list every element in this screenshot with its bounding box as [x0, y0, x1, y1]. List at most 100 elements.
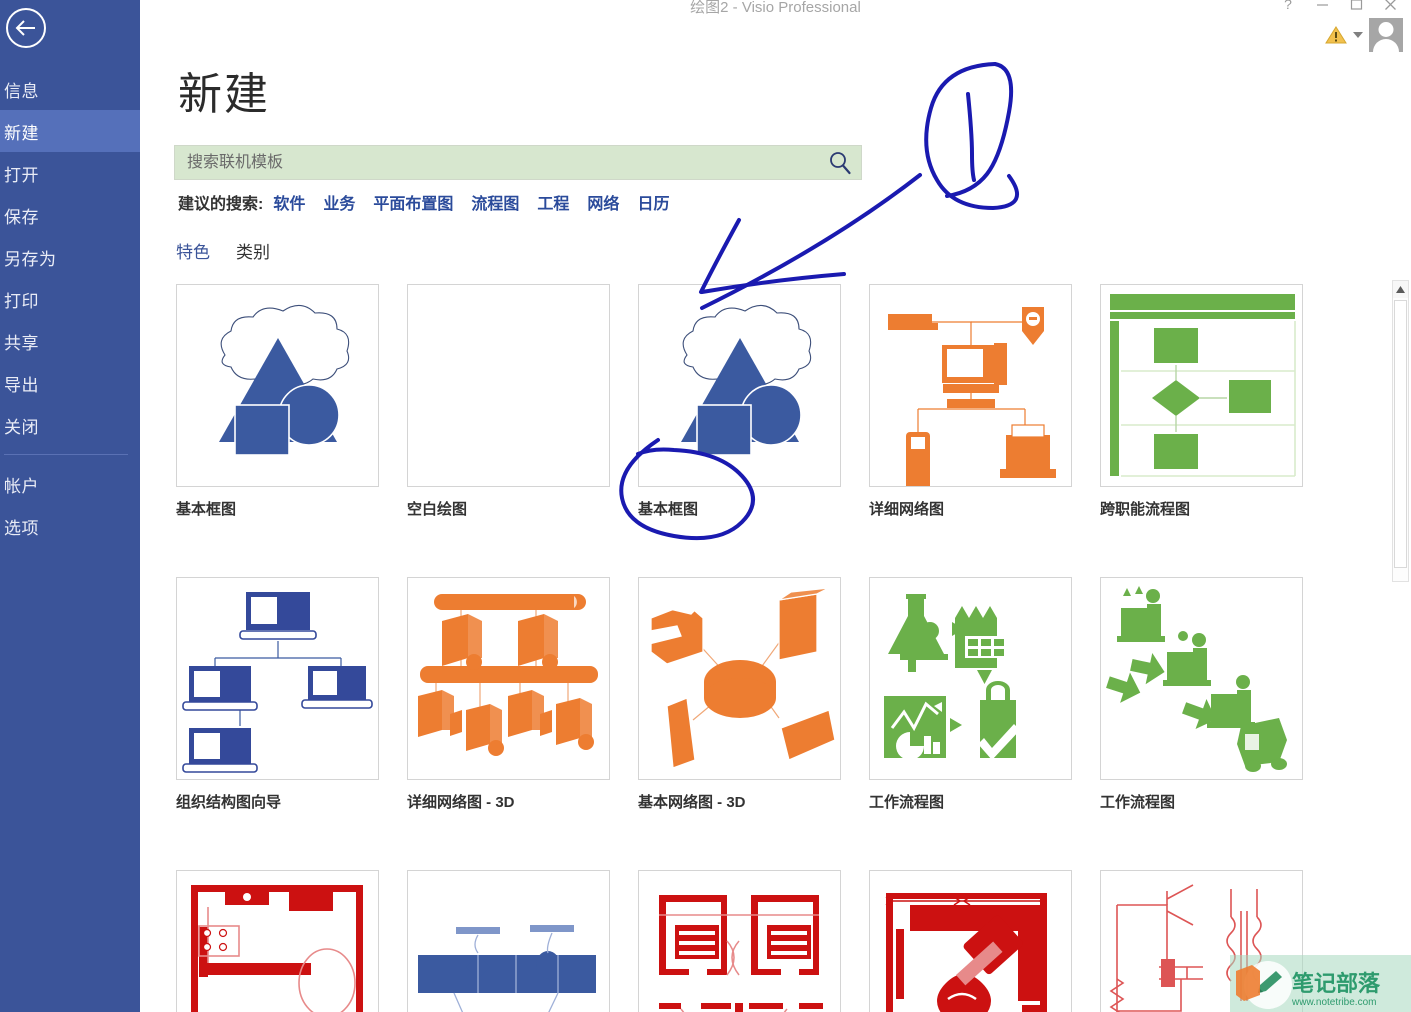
sidebar-item-save[interactable]: 保存	[0, 194, 140, 236]
template-thumbnail-cross-functional[interactable]	[1100, 284, 1303, 487]
template-label: 基本网络图 - 3D	[638, 794, 746, 811]
template-tile[interactable]	[176, 870, 407, 1012]
template-thumbnail-floorplan-kitchen[interactable]	[176, 870, 379, 1012]
sidebar-item-label: 新建	[4, 123, 39, 143]
template-thumbnail-workflow-people[interactable]	[1100, 577, 1303, 780]
sidebar-item-label: 打开	[4, 165, 39, 185]
help-button[interactable]: ?	[1271, 0, 1305, 15]
sidebar-item-label: 关闭	[4, 417, 39, 437]
sidebar-item-label: 信息	[4, 81, 39, 101]
tab-featured[interactable]: 特色	[176, 238, 210, 263]
template-thumbnail-blank[interactable]	[407, 284, 610, 487]
template-tile[interactable]: 工作流程图	[869, 577, 1100, 812]
template-tile[interactable]: 跨职能流程图	[1100, 284, 1331, 519]
template-thumbnail-workflow-icons[interactable]	[869, 577, 1072, 780]
template-tile[interactable]: 空白绘图	[407, 284, 638, 519]
template-thumbnail-timeline[interactable]	[407, 870, 610, 1012]
template-thumbnail-basic-diagram-2[interactable]	[638, 284, 841, 487]
sidebar-item-open[interactable]: 打开	[0, 152, 140, 194]
suggest-link-flowchart[interactable]: 流程图	[471, 190, 519, 214]
watermark-site-name: 笔记部落	[1292, 971, 1381, 996]
chevron-down-icon[interactable]	[1353, 32, 1363, 38]
site-watermark: 笔记部落 www.notetribe.com	[1230, 955, 1411, 1012]
template-thumbnail-detailed-network[interactable]	[869, 284, 1072, 487]
suggest-link-business[interactable]: 业务	[323, 190, 355, 214]
template-label: 工作流程图	[1100, 794, 1176, 811]
suggest-link-network[interactable]: 网络	[587, 190, 619, 214]
workflow-people-icon	[1106, 586, 1287, 772]
template-tile[interactable]	[638, 870, 869, 1012]
sidebar-item-label: 选项	[4, 518, 39, 538]
template-thumbnail-basic-network-3d[interactable]	[638, 577, 841, 780]
network-3d-icon	[418, 594, 598, 756]
visio-backstage-window: 信息 新建 打开 保存 另存为 打印 共享 导出 关闭 帐户 选项 绘图2 - …	[0, 0, 1411, 1012]
window-title: 绘图2 - Visio Professional	[690, 0, 861, 16]
basic-network-3d-icon	[644, 587, 836, 769]
template-tile[interactable]: 详细网络图	[869, 284, 1100, 519]
sidebar-item-new[interactable]: 新建	[0, 110, 140, 152]
watermark-site-url: www.notetribe.com	[1291, 997, 1376, 1008]
template-label: 跨职能流程图	[1100, 501, 1191, 518]
template-thumbnail-basic-diagram[interactable]	[176, 284, 379, 487]
window-controls: ?	[1271, 0, 1407, 15]
suggest-link-floorplan[interactable]: 平面布置图	[373, 190, 453, 214]
back-arrow-button[interactable]	[6, 8, 46, 48]
template-thumbnail-org-chart[interactable]	[176, 577, 379, 780]
template-tile[interactable]: 工作流程图	[1100, 577, 1331, 812]
sidebar-item-share[interactable]: 共享	[0, 320, 140, 362]
template-thumbnail-floorplan-rooms[interactable]	[638, 870, 841, 1012]
template-tile[interactable]: 详细网络图 - 3D	[407, 577, 638, 812]
suggest-link-software[interactable]: 软件	[273, 190, 305, 214]
question-mark-icon: ?	[1284, 0, 1292, 12]
floorplan-rooms-icon	[659, 895, 823, 1012]
suggested-searches: 建议的搜索: 软件 业务 平面布置图 流程图 工程 网络 日历	[178, 190, 687, 214]
sidebar-item-label: 帐户	[4, 476, 39, 496]
template-tile[interactable]: 基本框图	[638, 284, 869, 519]
template-tile[interactable]	[407, 870, 638, 1012]
template-label: 空白绘图	[407, 501, 468, 518]
template-label: 基本框图	[176, 501, 237, 518]
warning-triangle-icon[interactable]	[1325, 25, 1347, 45]
workflow-diagram-icon	[884, 594, 1020, 760]
suggest-link-calendar[interactable]: 日历	[637, 190, 669, 214]
template-tile[interactable]: 基本框图	[176, 284, 407, 519]
vertical-scrollbar[interactable]	[1392, 280, 1409, 582]
basic-diagram-icon	[681, 304, 812, 456]
template-tile[interactable]	[869, 870, 1100, 1012]
sidebar-item-info[interactable]: 信息	[0, 68, 140, 110]
suggested-label: 建议的搜索:	[178, 196, 264, 213]
scroll-up-button[interactable]	[1393, 281, 1408, 298]
suggest-link-engineering[interactable]: 工程	[537, 190, 569, 214]
scroll-up-arrow-icon	[1396, 286, 1405, 293]
sidebar-item-print[interactable]: 打印	[0, 278, 140, 320]
template-tile[interactable]: 组织结构图向导	[176, 577, 407, 812]
template-thumbnail-network-3d[interactable]	[407, 577, 610, 780]
search-magnifier-icon	[830, 152, 851, 175]
search-input[interactable]	[187, 146, 787, 179]
sidebar-item-close[interactable]: 关闭	[0, 404, 140, 446]
sidebar-item-options[interactable]: 选项	[0, 505, 140, 547]
template-grid: 基本框图 空白绘图 基本框图 详细网络图 跨职能流程图 组织结构图向导 详细网络…	[176, 284, 1371, 1012]
template-tile[interactable]: 基本网络图 - 3D	[638, 577, 869, 812]
sidebar-item-save-as[interactable]: 另存为	[0, 236, 140, 278]
sidebar-item-account[interactable]: 帐户	[0, 463, 140, 505]
minimize-button[interactable]	[1305, 0, 1339, 15]
search-box	[174, 145, 862, 180]
user-avatar-icon[interactable]	[1369, 18, 1403, 52]
restore-button[interactable]	[1339, 0, 1373, 15]
timeline-icon	[418, 925, 596, 1012]
template-tabs: 特色 类别	[176, 238, 296, 263]
template-label: 基本框图	[638, 501, 699, 518]
tab-categories[interactable]: 类别	[236, 238, 270, 263]
office-layout-icon	[885, 893, 1047, 1012]
cross-functional-flowchart-icon	[1110, 294, 1296, 477]
sidebar-divider	[4, 454, 128, 455]
backstage-sidebar: 信息 新建 打开 保存 另存为 打印 共享 导出 关闭 帐户 选项	[0, 0, 140, 1012]
scrollbar-thumb[interactable]	[1394, 300, 1407, 568]
back-arrow-icon	[15, 20, 35, 36]
template-thumbnail-office-layout[interactable]	[869, 870, 1072, 1012]
floorplan-kitchen-icon	[191, 885, 363, 1012]
search-button[interactable]	[825, 149, 855, 177]
sidebar-item-export[interactable]: 导出	[0, 362, 140, 404]
close-button[interactable]	[1373, 0, 1407, 15]
